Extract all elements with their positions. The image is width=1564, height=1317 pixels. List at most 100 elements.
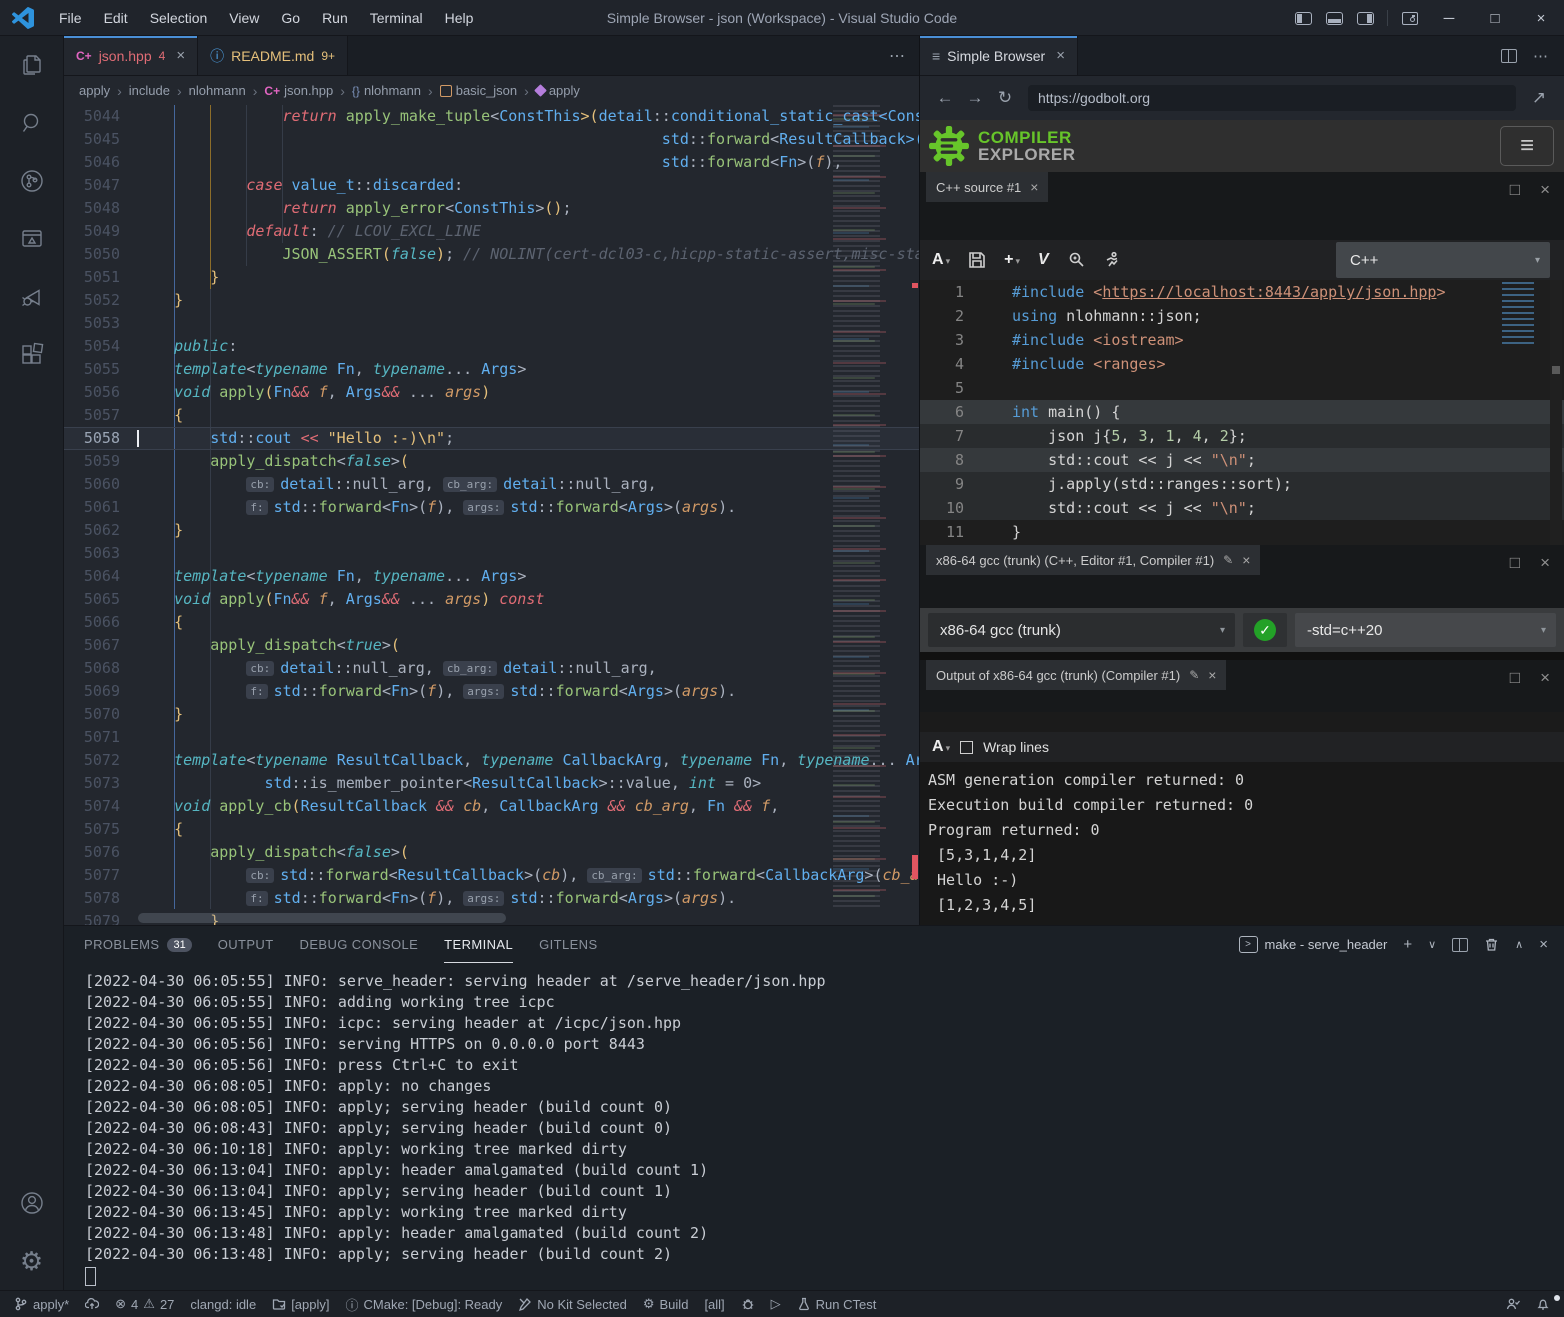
compiler-explorer-logo-icon[interactable] [928, 125, 970, 167]
breadcrumb-item[interactable]: nlohmann [189, 83, 246, 98]
menu-terminal[interactable]: Terminal [359, 10, 434, 26]
breadcrumb-item-file[interactable]: C+json.hpp [264, 83, 333, 98]
ce-scrollbar[interactable] [1550, 280, 1562, 545]
close-tab-icon[interactable]: × [1056, 47, 1065, 64]
toggle-panel-icon[interactable] [1326, 12, 1343, 25]
menu-file[interactable]: File [48, 10, 93, 26]
status-build[interactable]: ⚙ Build [635, 1291, 697, 1317]
settings-gear-icon[interactable]: ⚙ [0, 1232, 64, 1290]
tab-debug-console[interactable]: DEBUG CONSOLE [300, 926, 419, 963]
breadcrumb-item-class[interactable]: basic_json [440, 83, 517, 98]
status-kit[interactable]: No Kit Selected [510, 1291, 635, 1317]
ce-minimap[interactable] [1502, 282, 1540, 346]
maximize-pane-icon[interactable]: □ [1510, 180, 1520, 200]
nav-reload-icon[interactable]: ↻ [992, 88, 1018, 108]
editor-actions-more-icon[interactable]: ⋯ [889, 46, 905, 66]
notifications-bell-icon[interactable] [1528, 1297, 1558, 1311]
terminal-output[interactable]: [2022-04-30 06:05:55] INFO: serve_header… [64, 963, 1564, 1286]
rename-pane-icon[interactable]: ✎ [1189, 668, 1199, 682]
close-pane-icon[interactable]: × [1540, 180, 1550, 200]
search-icon[interactable] [0, 94, 64, 152]
ce-menu-hamburger-icon[interactable]: ≡ [1500, 126, 1554, 166]
font-size-icon[interactable]: A▾ [932, 251, 950, 269]
toggle-secondary-sidebar-icon[interactable] [1357, 12, 1374, 25]
language-select[interactable]: C++ ▾ [1336, 242, 1550, 278]
status-branch[interactable]: apply* [6, 1291, 77, 1317]
ce-output-tab[interactable]: Output of x86-64 gcc (trunk) (Compiler #… [926, 660, 1226, 690]
run-and-debug-icon[interactable] [0, 268, 64, 326]
tab-output[interactable]: OUTPUT [218, 926, 274, 963]
rename-pane-icon[interactable]: ✎ [1223, 553, 1233, 567]
terminal-dropdown-icon[interactable]: ∨ [1428, 938, 1436, 951]
menu-selection[interactable]: Selection [139, 10, 219, 26]
menu-edit[interactable]: Edit [93, 10, 139, 26]
cpp-insights-icon[interactable] [1067, 251, 1085, 269]
vim-mode-icon[interactable]: V [1038, 251, 1049, 269]
nav-forward-icon[interactable]: → [962, 88, 988, 108]
menu-view[interactable]: View [218, 10, 270, 26]
tab-terminal[interactable]: TERMINAL [444, 926, 513, 963]
close-pane-icon[interactable]: × [1242, 552, 1250, 568]
status-clangd[interactable]: clangd: idle [182, 1291, 264, 1317]
status-sync[interactable] [77, 1291, 107, 1317]
feedback-icon[interactable] [1498, 1297, 1528, 1311]
maximize-panel-icon[interactable]: ∧ [1515, 938, 1523, 951]
extensions-icon[interactable] [0, 326, 64, 384]
font-size-icon[interactable]: A▾ [932, 738, 950, 756]
breadcrumb-item-method[interactable]: apply [536, 83, 580, 98]
maximize-pane-icon[interactable]: □ [1510, 668, 1520, 688]
split-editor-icon[interactable] [1501, 49, 1517, 63]
terminal-task-item[interactable]: > make - serve_header [1239, 936, 1388, 953]
minimize-button[interactable]: ─ [1426, 0, 1472, 36]
open-external-icon[interactable]: ↗ [1526, 88, 1552, 108]
wrap-lines-checkbox[interactable] [960, 741, 973, 754]
explorer-icon[interactable] [0, 36, 64, 94]
status-launch[interactable]: ▷ [763, 1291, 789, 1317]
close-pane-icon[interactable]: × [1208, 667, 1216, 683]
tab-json-hpp[interactable]: C+ json.hpp 4 × [64, 36, 198, 75]
compiler-select[interactable]: x86-64 gcc (trunk) ▾ [928, 613, 1235, 647]
tab-simple-browser[interactable]: ≡ Simple Browser × [920, 36, 1078, 75]
close-panel-icon[interactable]: × [1539, 936, 1548, 953]
status-build-target[interactable]: [all] [696, 1291, 732, 1317]
cmake-panel-icon[interactable] [0, 210, 64, 268]
ce-source-editor[interactable]: 1#include <https://localhost:8443/apply/… [920, 280, 1564, 545]
code-editor[interactable]: 5044 return apply_make_tuple<ConstThis>(… [64, 105, 919, 925]
compiler-options-input[interactable]: -std=c++20 ▾ [1295, 613, 1556, 647]
new-terminal-icon[interactable]: + [1403, 936, 1412, 953]
status-cmake[interactable]: ⓘ CMake: [Debug]: Ready [338, 1291, 511, 1317]
tab-gitlens[interactable]: GITLENS [539, 926, 597, 963]
breadcrumb-item-namespace[interactable]: {}nlohmann [352, 83, 421, 98]
split-terminal-icon[interactable] [1452, 938, 1468, 952]
close-window-button[interactable]: × [1518, 0, 1564, 36]
source-control-icon[interactable] [0, 152, 64, 210]
menu-help[interactable]: Help [434, 10, 485, 26]
maximize-button[interactable]: □ [1472, 0, 1518, 36]
customize-layout-icon[interactable] [1402, 12, 1418, 25]
close-pane-icon[interactable]: × [1540, 668, 1550, 688]
ce-compiler-tab[interactable]: x86-64 gcc (trunk) (C++, Editor #1, Comp… [926, 545, 1260, 575]
menu-run[interactable]: Run [311, 10, 359, 26]
status-debug[interactable] [733, 1291, 763, 1317]
breadcrumb-item[interactable]: apply [79, 83, 110, 98]
status-ctest[interactable]: Run CTest [789, 1291, 885, 1317]
url-input[interactable]: https://godbolt.org [1028, 85, 1516, 111]
status-folder[interactable]: [apply] [264, 1291, 337, 1317]
save-icon[interactable] [968, 251, 986, 269]
maximize-pane-icon[interactable]: □ [1510, 553, 1520, 573]
quick-bench-icon[interactable] [1103, 251, 1121, 269]
close-tab-icon[interactable]: × [176, 47, 185, 64]
tab-readme-md[interactable]: ⓘ README.md 9+ [198, 36, 348, 75]
toggle-sidebar-icon[interactable] [1295, 12, 1312, 25]
ce-logo-text[interactable]: COMPILER EXPLORER [978, 129, 1076, 163]
breadcrumb-item[interactable]: include [129, 83, 170, 98]
nav-back-icon[interactable]: ← [932, 88, 958, 108]
status-problems[interactable]: ⊗ 4 ⚠ 27 [107, 1291, 182, 1317]
browser-actions-more-icon[interactable]: ⋯ [1533, 47, 1548, 65]
close-pane-icon[interactable]: × [1540, 553, 1550, 573]
kill-terminal-trash-icon[interactable] [1484, 937, 1499, 952]
horizontal-scrollbar[interactable] [138, 913, 506, 923]
menu-go[interactable]: Go [270, 10, 311, 26]
tab-problems[interactable]: PROBLEMS31 [84, 926, 192, 963]
ce-source-tab[interactable]: C++ source #1 × [926, 172, 1048, 202]
